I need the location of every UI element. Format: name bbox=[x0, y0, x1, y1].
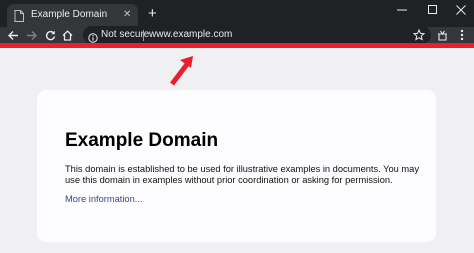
page-description: This domain is established to be used fo… bbox=[65, 164, 419, 185]
plus-icon: + bbox=[148, 5, 157, 22]
tab-close-icon[interactable]: ✕ bbox=[123, 9, 131, 21]
minimize-icon[interactable] bbox=[397, 3, 407, 21]
home-icon[interactable] bbox=[61, 27, 73, 43]
maximize-icon[interactable] bbox=[428, 3, 438, 21]
address-bar[interactable]: Not secure www.example.com bbox=[83, 26, 431, 44]
reload-icon[interactable] bbox=[44, 27, 56, 43]
page-heading: Example Domain bbox=[65, 130, 219, 151]
content-card: Example Domain This domain is establishe… bbox=[37, 90, 436, 242]
forward-icon[interactable] bbox=[25, 27, 37, 43]
menu-icon[interactable] bbox=[456, 27, 468, 43]
new-tab-button[interactable]: + bbox=[148, 5, 157, 22]
close-window-icon[interactable] bbox=[456, 3, 466, 21]
red-arrow-icon bbox=[160, 46, 196, 95]
extension-icon[interactable] bbox=[436, 27, 448, 43]
back-icon[interactable] bbox=[7, 27, 19, 43]
highlight-bar bbox=[0, 43, 474, 48]
address-divider bbox=[143, 30, 144, 41]
title-bar: Example Domain ✕ + bbox=[0, 0, 474, 27]
page-icon bbox=[14, 9, 24, 27]
url-text[interactable]: www.example.com bbox=[149, 29, 232, 40]
browser-tab[interactable]: Example Domain ✕ bbox=[7, 4, 138, 27]
more-information-link[interactable]: More information... bbox=[65, 194, 143, 204]
tab-title: Example Domain bbox=[31, 9, 108, 20]
